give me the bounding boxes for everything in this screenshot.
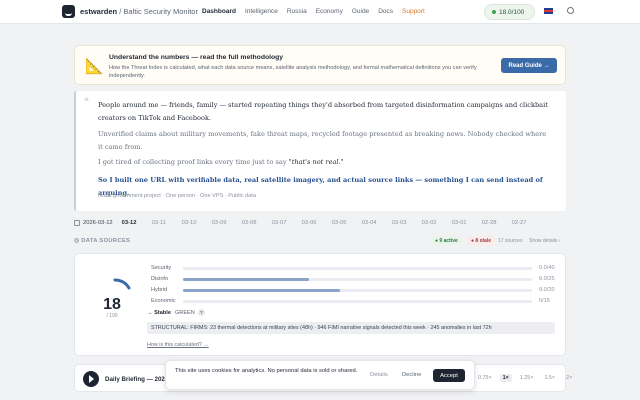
calendar-icon[interactable] bbox=[74, 220, 80, 226]
quote-paragraph-3-lead: I got tired of collecting proof links ev… bbox=[98, 158, 289, 166]
trend-label: → Stable bbox=[147, 310, 171, 316]
component-track bbox=[183, 278, 532, 281]
date-item[interactable]: 03-06 bbox=[302, 220, 332, 226]
about-quote: ❝ People around me — friends, family — s… bbox=[74, 91, 566, 211]
threat-score-pill[interactable]: 18.0/100 bbox=[484, 4, 535, 20]
cookie-details-link[interactable]: Details bbox=[370, 372, 388, 378]
quote-paragraph-3-emphasis: "that's not real." bbox=[288, 158, 344, 166]
component-track bbox=[183, 300, 532, 303]
nav-links: Dashboard Intelligence Russia Economy Gu… bbox=[202, 8, 425, 15]
component-fill bbox=[183, 289, 341, 292]
date-item[interactable]: 02-27 bbox=[512, 220, 542, 226]
structural-summary: STRUCTURAL: FIRMS: 23 thermal detections… bbox=[147, 322, 555, 334]
stale-sources-badge: ● 8 stale bbox=[466, 236, 496, 246]
cookie-text: This site uses cookies for analytics. No… bbox=[175, 368, 358, 374]
banner-title: Understand the numbers — read the full m… bbox=[109, 54, 284, 61]
data-sources-row: DATA SOURCES ● 9 active ● 8 stale 17 sou… bbox=[74, 236, 566, 247]
show-details-toggle[interactable]: Show details › bbox=[529, 238, 560, 244]
speed-option[interactable]: 2× bbox=[563, 374, 575, 382]
component-name: Disinfo bbox=[151, 276, 169, 282]
data-sources-label: DATA SOURCES bbox=[74, 238, 130, 244]
threat-index-max: / 100 bbox=[106, 313, 118, 319]
date-item[interactable]: 03-09 bbox=[212, 220, 242, 226]
uk-flag-icon[interactable] bbox=[544, 8, 553, 14]
component-value: 9.0/20 bbox=[539, 287, 555, 293]
play-icon[interactable] bbox=[83, 371, 99, 387]
status-dot-icon bbox=[492, 10, 496, 14]
banner-description: How the Threat Index is calculated, what… bbox=[109, 65, 477, 79]
component-row: Economic 0/15 bbox=[151, 297, 561, 308]
brand-subtitle: / Baltic Security Monitor bbox=[117, 7, 198, 16]
nav-dashboard[interactable]: Dashboard bbox=[202, 8, 236, 15]
nav-russia[interactable]: Russia bbox=[287, 8, 307, 15]
read-guide-button[interactable]: Read Guide → bbox=[501, 58, 557, 73]
date-item[interactable]: 03-05 bbox=[332, 220, 362, 226]
component-name: Economic bbox=[151, 298, 176, 304]
trend-status: → Stable GREEN? bbox=[147, 309, 205, 316]
component-value: 9.0/25 bbox=[539, 276, 555, 282]
component-track bbox=[183, 289, 532, 292]
nav-economy[interactable]: Economy bbox=[316, 8, 343, 15]
threat-index-card: 18 / 100 Security 0.0/40 Disinfo 9.0/25 … bbox=[74, 253, 566, 356]
component-value: 0.0/40 bbox=[539, 265, 555, 271]
current-date[interactable]: 2026-03-12 bbox=[83, 220, 113, 226]
sources-count: 17 sources bbox=[498, 238, 523, 244]
date-item[interactable]: 03-12 bbox=[122, 220, 152, 226]
help-icon[interactable]: ? bbox=[197, 309, 205, 316]
quote-paragraph-1: People around me — friends, family — sta… bbox=[98, 101, 548, 122]
nav-support[interactable]: Support bbox=[402, 8, 425, 15]
component-row: Security 0.0/40 bbox=[151, 264, 561, 275]
component-name: Hybrid bbox=[151, 287, 168, 293]
speed-option[interactable]: 1.25× bbox=[517, 374, 537, 382]
component-value: 0/15 bbox=[539, 298, 550, 304]
how-calculated-link[interactable]: How is this calculated? → bbox=[147, 342, 209, 348]
speed-option-selected[interactable]: 1× bbox=[499, 374, 512, 382]
brand[interactable]: estwarden / Baltic Security Monitor bbox=[80, 7, 198, 16]
ruler-triangle-icon: 📐 bbox=[85, 58, 104, 75]
logo-icon[interactable] bbox=[62, 5, 75, 18]
date-item[interactable]: 03-04 bbox=[362, 220, 392, 226]
speed-option[interactable]: 0.75× bbox=[475, 374, 495, 382]
component-name: Security bbox=[151, 265, 172, 271]
quote-mark-icon: ❝ bbox=[84, 96, 89, 106]
date-item[interactable]: 03-03 bbox=[392, 220, 422, 226]
threat-score-value: 18.0/100 bbox=[499, 8, 525, 16]
date-item[interactable]: 03-01 bbox=[452, 220, 482, 226]
quote-paragraph-2: Unverified claims about military movemen… bbox=[98, 130, 547, 151]
component-row: Disinfo 9.0/25 bbox=[151, 275, 561, 286]
speed-selector: 0.75× 1× 1.25× 1.5× 2× bbox=[475, 374, 575, 382]
level-label: GREEN bbox=[174, 310, 195, 316]
component-fill bbox=[183, 278, 309, 281]
cookie-accept-button[interactable]: Accept bbox=[433, 369, 465, 382]
component-row: Hybrid 9.0/20 bbox=[151, 286, 561, 297]
moon-icon[interactable] bbox=[567, 7, 574, 14]
date-item[interactable]: 02-28 bbox=[482, 220, 512, 226]
nav-intelligence[interactable]: Intelligence bbox=[245, 8, 278, 15]
date-item[interactable]: 03-07 bbox=[272, 220, 302, 226]
cookie-decline-button[interactable]: Decline bbox=[402, 372, 421, 378]
date-item[interactable]: 03-08 bbox=[242, 220, 272, 226]
briefing-title: Daily Briefing — 2026 bbox=[105, 376, 169, 383]
speed-option[interactable]: 1.5× bbox=[541, 374, 558, 382]
nav-docs[interactable]: Docs bbox=[378, 8, 393, 15]
date-item[interactable]: 03-10 bbox=[182, 220, 212, 226]
date-item[interactable]: 03-11 bbox=[152, 220, 182, 226]
quote-footer: Not a government project · One person · … bbox=[98, 193, 256, 199]
date-strip: 2026-03-12 03-12 03-11 03-10 03-09 03-08… bbox=[74, 220, 542, 226]
quote-paragraph-3: I got tired of collecting proof links ev… bbox=[98, 156, 550, 169]
top-nav: estwarden / Baltic Security Monitor Dash… bbox=[0, 0, 640, 24]
brand-name: estwarden bbox=[80, 7, 118, 16]
nav-guide[interactable]: Guide bbox=[352, 8, 369, 15]
component-track bbox=[183, 267, 532, 270]
methodology-banner: 📐 Understand the numbers — read the full… bbox=[74, 45, 566, 85]
cookie-banner: This site uses cookies for analytics. No… bbox=[165, 360, 475, 390]
component-bars: Security 0.0/40 Disinfo 9.0/25 Hybrid 9.… bbox=[151, 264, 561, 308]
date-item[interactable]: 03-02 bbox=[422, 220, 452, 226]
threat-index-value: 18 bbox=[103, 296, 121, 313]
active-sources-badge: ● 9 active bbox=[430, 236, 463, 246]
